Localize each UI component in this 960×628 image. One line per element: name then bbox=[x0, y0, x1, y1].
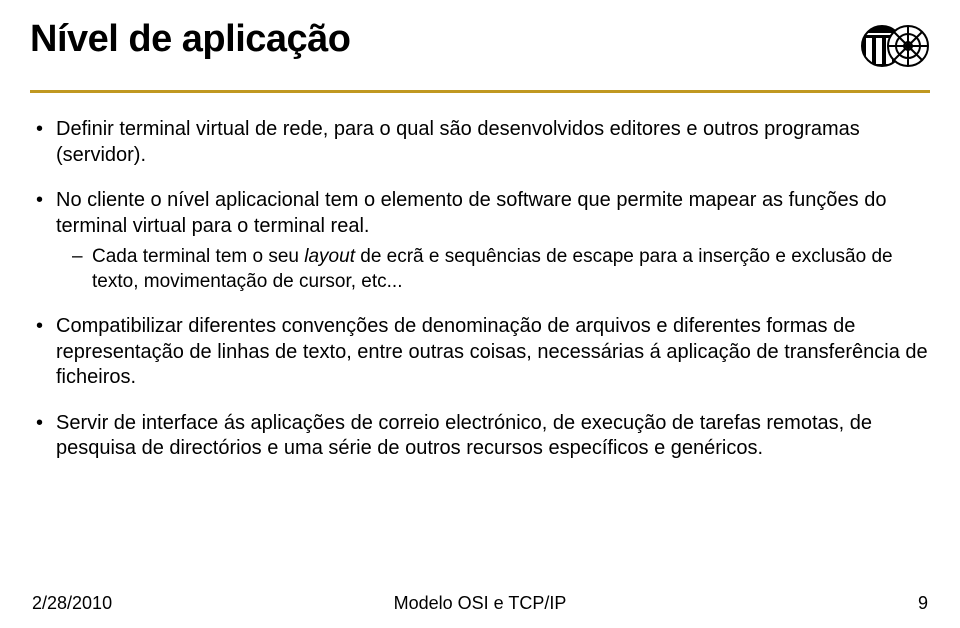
bullet-item: No cliente o nível aplicacional tem o el… bbox=[32, 188, 930, 294]
bullet-list: Definir terminal virtual de rede, para o… bbox=[32, 117, 930, 462]
sub-bullet-item: Cada terminal tem o seu layout de ecrã e… bbox=[72, 245, 930, 294]
bullet-item: Servir de interface ás aplicações de cor… bbox=[32, 411, 930, 462]
bullet-item: Compatibilizar diferentes convenções de … bbox=[32, 314, 930, 391]
footer-page-number: 9 bbox=[918, 593, 928, 614]
sub-bullet-italic: layout bbox=[304, 246, 355, 267]
slide: Nível de aplicação bbox=[0, 0, 960, 628]
slide-footer: 2/28/2010 Modelo OSI e TCP/IP 9 bbox=[30, 593, 930, 614]
bullet-text: No cliente o nível aplicacional tem o el… bbox=[56, 189, 886, 237]
sub-bullet-list: Cada terminal tem o seu layout de ecrã e… bbox=[72, 245, 930, 294]
bullet-text: Compatibilizar diferentes convenções de … bbox=[56, 315, 928, 388]
slide-header: Nível de aplicação bbox=[30, 18, 930, 78]
slide-body: Definir terminal virtual de rede, para o… bbox=[30, 117, 930, 585]
title-underline bbox=[30, 90, 930, 93]
bullet-item: Definir terminal virtual de rede, para o… bbox=[32, 117, 930, 168]
sub-bullet-pre: Cada terminal tem o seu bbox=[92, 246, 304, 267]
footer-center: Modelo OSI e TCP/IP bbox=[394, 593, 567, 614]
bullet-text: Servir de interface ás aplicações de cor… bbox=[56, 412, 872, 460]
institution-logo bbox=[860, 18, 930, 78]
bullet-text: Definir terminal virtual de rede, para o… bbox=[56, 118, 860, 166]
emblem-icon bbox=[860, 18, 930, 78]
footer-date: 2/28/2010 bbox=[32, 593, 112, 614]
slide-title: Nível de aplicação bbox=[30, 18, 351, 61]
